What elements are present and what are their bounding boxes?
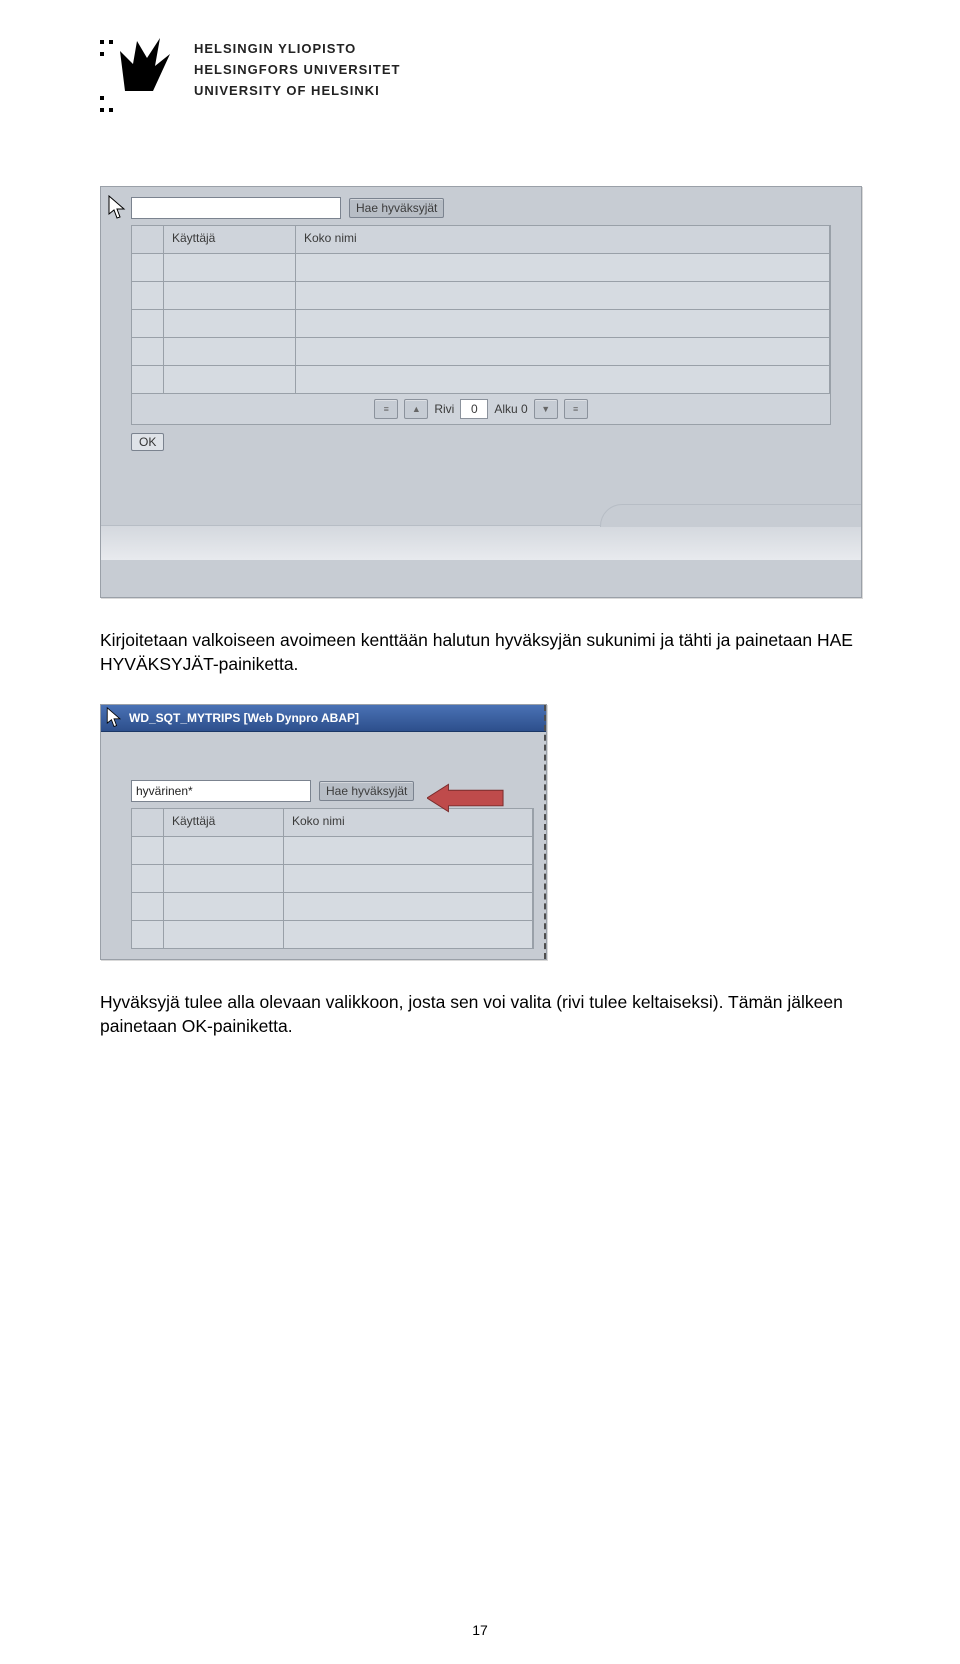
table-row[interactable] (132, 837, 533, 865)
page-number: 17 (0, 1622, 960, 1638)
header-user: Käyttäjä (164, 809, 284, 836)
ok-button[interactable]: OK (131, 433, 164, 451)
university-names: HELSINGIN YLIOPISTO HELSINGFORS UNIVERSI… (194, 36, 400, 101)
table-row[interactable] (132, 366, 830, 394)
search-input[interactable] (131, 780, 311, 802)
table-row[interactable] (132, 282, 830, 310)
table-row[interactable] (132, 921, 533, 949)
arrow-callout-icon (427, 781, 505, 815)
screenshot-2: WD_SQT_MYTRIPS [Web Dynpro ABAP] Hae hyv… (100, 704, 547, 960)
cursor-icon (107, 195, 127, 221)
name-en: UNIVERSITY OF HELSINKI (194, 80, 400, 101)
cursor-icon (105, 707, 123, 729)
result-table: Käyttäjä Koko nimi (131, 225, 831, 394)
screenshot-1: Hae hyväksyjät Käyttäjä Koko nimi ≡ ▲ Ri… (100, 186, 862, 598)
table-row[interactable] (132, 310, 830, 338)
rivi-value[interactable]: 0 (460, 399, 488, 419)
search-button[interactable]: Hae hyväksyjät (349, 198, 444, 218)
pager-next-icon[interactable]: ▼ (534, 399, 558, 419)
paragraph-2: Hyväksyjä tulee alla olevaan valikkoon, … (100, 990, 860, 1038)
search-input[interactable] (131, 197, 341, 219)
footer-decoration (101, 525, 861, 560)
page-header: HELSINGIN YLIOPISTO HELSINGFORS UNIVERSI… (100, 36, 860, 126)
crop-edge (544, 705, 546, 959)
header-select (132, 226, 164, 253)
window-titlebar: WD_SQT_MYTRIPS [Web Dynpro ABAP] (101, 705, 546, 732)
pager-last-icon[interactable]: ≡ (564, 399, 588, 419)
flame-icon (115, 36, 175, 96)
name-sv: HELSINGFORS UNIVERSITET (194, 59, 400, 80)
table-row[interactable] (132, 338, 830, 366)
table-row[interactable] (132, 865, 533, 893)
pager-first-icon[interactable]: ≡ (374, 399, 398, 419)
result-table: Käyttäjä Koko nimi (131, 808, 534, 949)
window-title: WD_SQT_MYTRIPS [Web Dynpro ABAP] (129, 711, 359, 725)
header-user: Käyttäjä (164, 226, 296, 253)
paragraph-1: Kirjoitetaan valkoiseen avoimeen kenttää… (100, 628, 860, 676)
pager-prev-icon[interactable]: ▲ (404, 399, 428, 419)
alku-label: Alku 0 (494, 402, 527, 416)
rivi-label: Rivi (434, 402, 454, 416)
table-header: Käyttäjä Koko nimi (132, 226, 830, 254)
university-logo (100, 36, 172, 126)
header-name: Koko nimi (296, 226, 830, 253)
table-row[interactable] (132, 893, 533, 921)
name-fi: HELSINGIN YLIOPISTO (194, 38, 400, 59)
search-button[interactable]: Hae hyväksyjät (319, 781, 414, 801)
header-select (132, 809, 164, 836)
document-page: HELSINGIN YLIOPISTO HELSINGFORS UNIVERSI… (0, 0, 960, 1664)
table-pager: ≡ ▲ Rivi 0 Alku 0 ▼ ≡ (131, 394, 831, 425)
table-row[interactable] (132, 254, 830, 282)
